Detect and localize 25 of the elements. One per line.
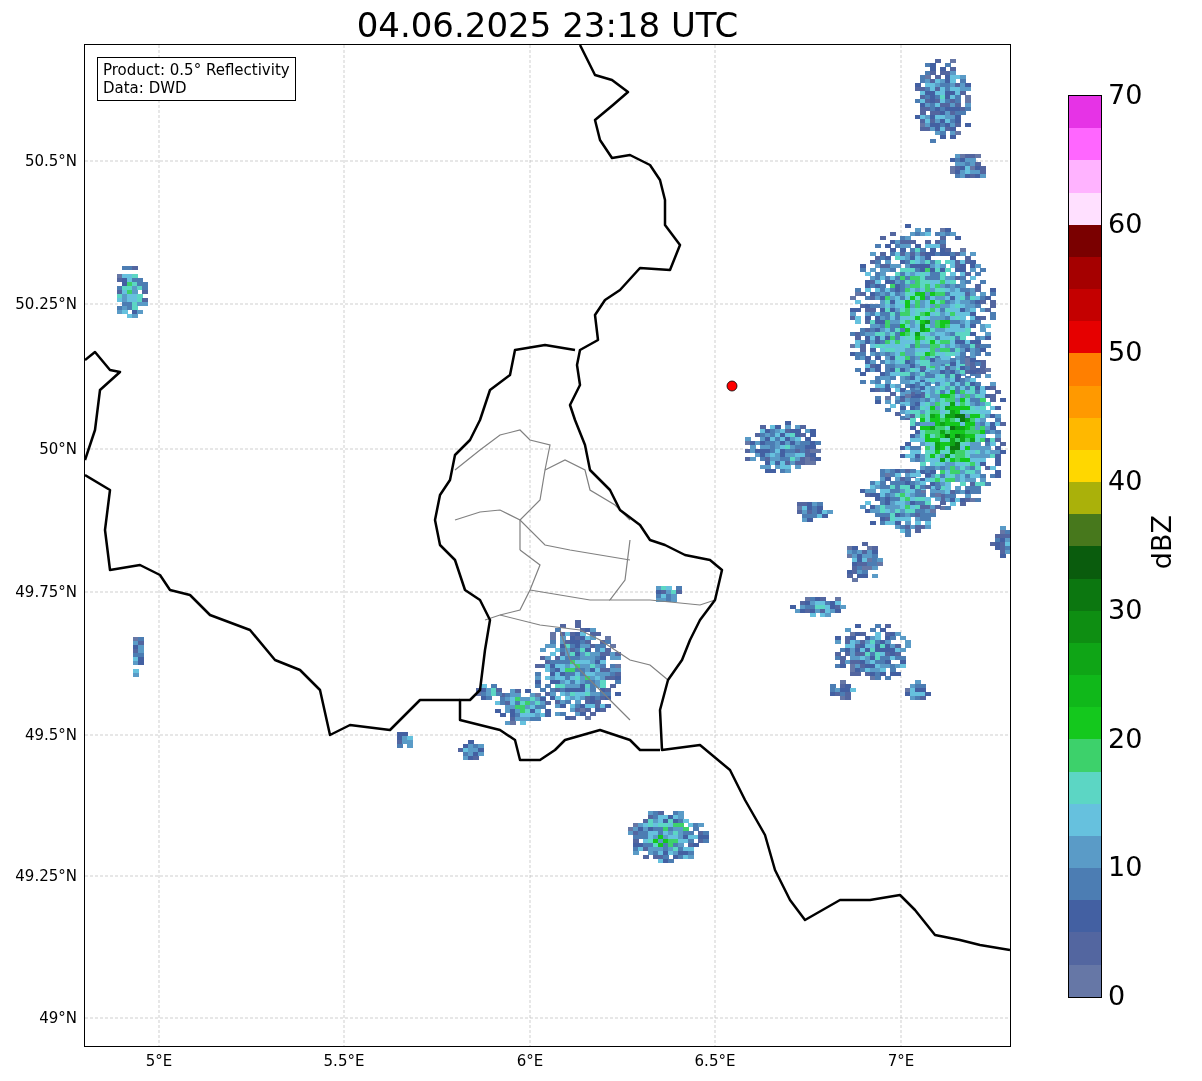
colorbar-tick-label: 30	[1108, 593, 1143, 626]
longitude-label: 5.5°E	[322, 1052, 366, 1070]
colorbar-tick-label: 60	[1108, 207, 1143, 240]
colorbar-label: dBZ	[1146, 515, 1177, 570]
legend-text: Product: 0.5° Reflectivity	[103, 61, 290, 79]
latitude-label: 49.75°N	[15, 583, 77, 601]
colorbar-tick-label: 70	[1108, 79, 1143, 111]
legend-text: Data: DWD	[103, 79, 188, 97]
latitude-label: 50°N	[39, 440, 77, 458]
latitude-label: 49.5°N	[24, 726, 77, 744]
latitude-label: 49°N	[39, 1009, 77, 1027]
colorbar-tick-label: 50	[1108, 336, 1143, 369]
radar-site-marker	[726, 380, 738, 392]
longitude-label: 6°E	[515, 1052, 545, 1070]
chart-title: 04.06.2025 23:18 UTC	[355, 4, 740, 45]
longitude-label: 6.5°E	[693, 1052, 737, 1070]
colorbar-tick-label: 10	[1108, 851, 1143, 884]
latitude-label: 50.25°N	[15, 295, 77, 313]
longitude-label: 7°E	[886, 1052, 916, 1070]
colorbar-tick-label: 0	[1108, 980, 1126, 1012]
longitude-label: 5°E	[144, 1052, 174, 1070]
colorbar-tick-label: 40	[1108, 465, 1143, 498]
colorbar-tick-label: 20	[1108, 722, 1143, 755]
latitude-label: 50.5°N	[24, 152, 77, 170]
latitude-label: 49.25°N	[15, 867, 77, 885]
